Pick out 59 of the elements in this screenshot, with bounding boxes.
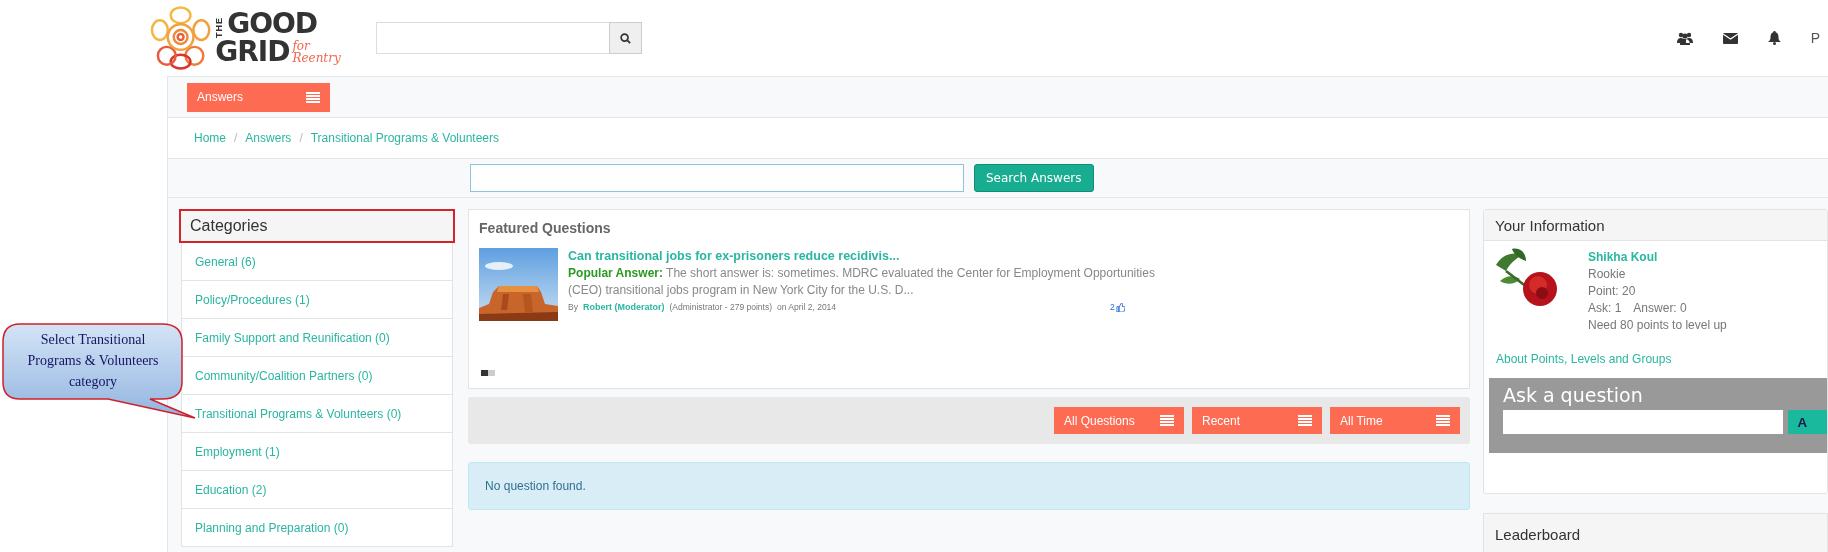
category-link[interactable]: Community/Coalition Partners (0) [181,357,454,395]
menu-icon [1436,415,1450,426]
callout-text: Select Transitional Programs & Volunteers category [26,331,160,391]
ask-count: Ask: 1 [1588,300,1622,317]
category-link[interactable]: Transitional Programs & Volunteers (0) [181,395,454,433]
featured-title: Featured Questions [479,220,612,236]
empty-message: No question found. [468,462,1470,510]
breadcrumb-link[interactable]: Home [194,131,226,145]
search-button[interactable] [609,22,642,54]
breadcrumb-separator: / [234,131,238,145]
question-field[interactable] [1503,410,1783,434]
author-link[interactable]: Robert (Moderator) [583,299,665,316]
user-menu[interactable]: P [1810,30,1820,46]
author-role: (Administrator - 279 points) [669,301,772,314]
categories-heading: Categories [179,209,456,243]
category-link[interactable]: Planning and Preparation (0) [181,509,454,547]
like-count: 2 [1110,301,1115,314]
category-link[interactable]: Employment (1) [181,433,454,471]
logo-tagline: for Reentry [292,40,342,64]
menu-icon [306,91,320,103]
breadcrumb-link[interactable]: Answers [245,131,292,145]
logo-text: GOOD [227,10,318,38]
menu-icon [1160,415,1174,426]
ask-title: Ask a question [1503,384,1644,406]
info-card-title: Your Information [1484,210,1827,241]
category-link[interactable]: General (6) [181,243,454,281]
level-up-note: Need 80 points to level up [1588,317,1727,334]
menu-icon [1298,415,1312,426]
user-points: Point: 20 [1588,283,1637,300]
breadcrumb-separator: / [299,131,303,145]
category-link[interactable]: Education (2) [181,471,454,509]
leaderboard-title: Leaderboard [1483,513,1828,552]
filter-dropdown[interactable]: All Time [1330,407,1460,434]
question-link[interactable]: Can transitional jobs for ex-prisoners reduce recidivis... [568,249,900,263]
by-label: By [568,301,578,314]
bell-icon[interactable] [1767,31,1781,45]
search-answers-button[interactable]: Search Answers [974,164,1094,192]
about-points-link[interactable]: About Points, Levels and Groups [1484,352,1827,366]
answer-excerpt: Popular Answer: The short answer is: sometimes. MDRC evaluated the Center for Employment Opportunities (CEO) transitional jobs program in New York City for the U.S. D... [568,265,1156,299]
answers-search-field[interactable] [470,164,964,192]
category-link[interactable]: Policy/Procedures (1) [181,281,454,319]
user-rank: Rookie [1588,266,1627,283]
logo-text: THE [215,17,225,38]
flower-logo-icon [150,5,212,71]
ask-button[interactable]: A [1787,410,1827,434]
post-date: on April 2, 2014 [777,301,837,314]
breadcrumb-link[interactable]: Transitional Programs & Volunteers [310,131,500,145]
people-icon[interactable] [1676,31,1693,45]
mail-icon[interactable] [1722,32,1738,44]
answer-count: Answer: 0 [1633,300,1687,317]
logo-text: GRID [215,38,290,66]
thumbs-up-icon[interactable] [1115,303,1125,312]
filter-dropdown[interactable]: All Questions [1054,407,1184,434]
user-name-link[interactable]: Shikha Koul [1588,249,1727,266]
filter-dropdown[interactable]: Recent [1192,407,1322,434]
search-icon [620,32,631,44]
answers-menu-button[interactable]: Answers [187,82,330,112]
search-field[interactable] [376,22,642,54]
category-link[interactable]: Family Support and Reunification (0) [181,319,454,357]
